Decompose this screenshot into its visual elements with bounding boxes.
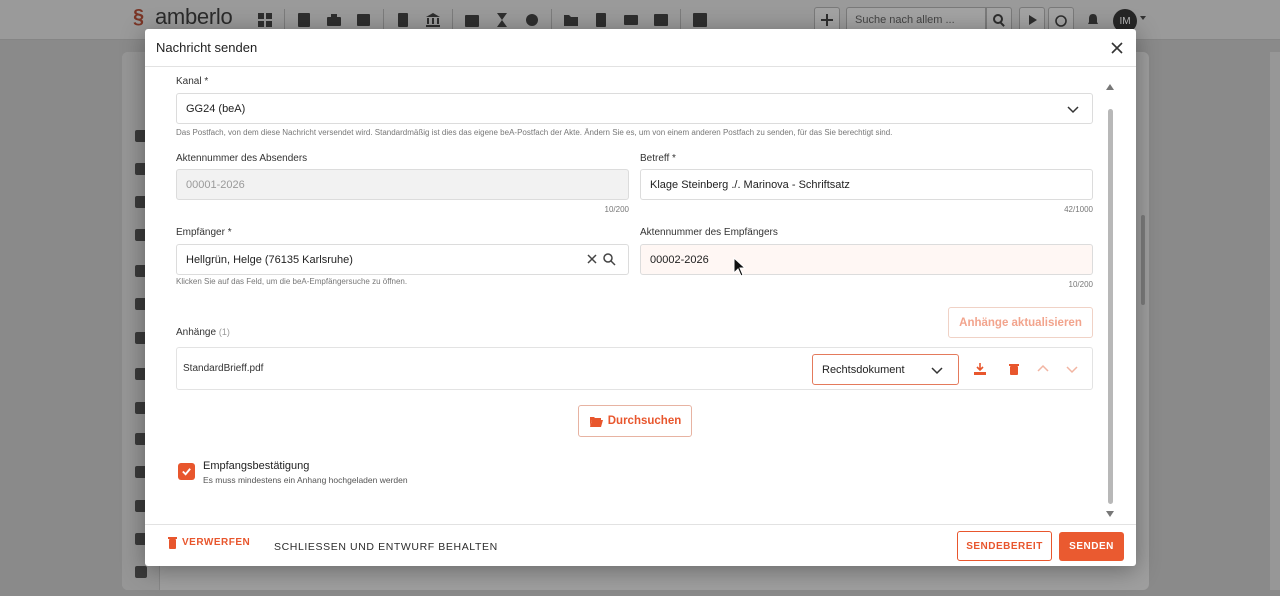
sender-ref-label: Aktennummer des Absenders xyxy=(176,153,308,164)
recipient-value: Hellgrün, Helge (76135 Karlsruhe) xyxy=(186,253,353,266)
discard-label: VERWERFEN xyxy=(182,537,251,548)
trash-icon[interactable] xyxy=(1005,360,1023,378)
recipient-ref-counter: 10/200 xyxy=(1068,280,1093,289)
scroll-up-icon[interactable] xyxy=(1105,78,1115,90)
kanal-label: Kanal * xyxy=(176,76,209,87)
receipt-label: Empfangsbestätigung xyxy=(203,460,310,472)
sender-ref-value: 00001-2026 xyxy=(186,178,245,191)
download-icon[interactable] xyxy=(971,360,989,378)
dialog-footer: VERWERFEN SCHLIESSEN UND ENTWURF BEHALTE… xyxy=(145,524,1136,566)
chevron-up-icon[interactable] xyxy=(1034,360,1052,378)
recipient-label: Empfänger * xyxy=(176,227,232,238)
mouse-cursor-icon xyxy=(733,257,747,277)
browse-button[interactable]: Durchsuchen xyxy=(578,405,692,437)
checkmark-icon xyxy=(182,468,191,476)
refresh-attachments-button[interactable]: Anhänge aktualisieren xyxy=(948,307,1093,338)
chevron-down-icon[interactable] xyxy=(1063,360,1081,378)
discard-button[interactable]: VERWERFEN xyxy=(167,536,250,549)
logo-mark-icon: § xyxy=(133,6,145,28)
kanal-value: GG24 (beA) xyxy=(186,102,246,115)
attachments-count: (1) xyxy=(218,327,230,337)
dialog-body: Kanal * GG24 (beA) Das Postfach, von dem… xyxy=(145,68,1136,523)
send-button[interactable]: SENDEN xyxy=(1059,532,1124,561)
logo-text: amberlo xyxy=(155,4,233,29)
receipt-sub: Es muss mindestens ein Anhang hochgelade… xyxy=(203,475,408,485)
send-message-dialog: Nachricht senden Kanal * GG24 (beA) Das … xyxy=(145,29,1136,566)
receipt-checkbox[interactable] xyxy=(178,463,195,480)
close-keep-draft-button[interactable]: SCHLIESSEN UND ENTWURF BEHALTEN xyxy=(274,541,498,553)
recipient-ref-input[interactable]: 00002-2026 xyxy=(640,244,1093,275)
folder-open-icon xyxy=(589,417,603,427)
dialog-title: Nachricht senden xyxy=(156,40,258,55)
avatar-caret-icon[interactable] xyxy=(1140,16,1146,20)
recipient-input[interactable]: Hellgrün, Helge (76135 Karlsruhe) xyxy=(176,244,629,275)
ready-to-send-button[interactable]: SENDEBEREIT xyxy=(957,531,1052,561)
trash-icon xyxy=(168,537,177,549)
dialog-header: Nachricht senden xyxy=(145,29,1136,67)
close-icon[interactable] xyxy=(1108,39,1126,57)
kanal-hint: Das Postfach, von dem diese Nachricht ve… xyxy=(176,128,893,137)
search-icon[interactable] xyxy=(602,252,616,266)
clear-icon[interactable] xyxy=(586,253,598,265)
attachment-name: StandardBrieff.pdf xyxy=(183,363,264,374)
scroll-down-icon[interactable] xyxy=(1105,505,1115,517)
recipient-ref-value: 00002-2026 xyxy=(650,253,709,266)
attachment-type-select[interactable]: Rechtsdokument xyxy=(812,354,959,385)
subject-counter: 42/1000 xyxy=(1064,205,1093,214)
dialog-scrollbar[interactable] xyxy=(1108,109,1113,504)
background-scrollbar xyxy=(1141,215,1145,305)
subject-value: Klage Steinberg ./. Marinova - Schriftsa… xyxy=(650,178,850,191)
amberlo-logo[interactable]: § amberlo xyxy=(133,4,233,29)
background-right-strip xyxy=(1270,52,1280,590)
kanal-select[interactable]: GG24 (beA) xyxy=(176,93,1093,124)
attachments-label: Anhänge (1) xyxy=(176,327,230,338)
attachment-row: StandardBrieff.pdf Rechtsdokument xyxy=(176,347,1093,390)
sender-ref-counter: 10/200 xyxy=(604,205,629,214)
recipient-hint: Klicken Sie auf das Feld, um die beA-Emp… xyxy=(176,277,408,286)
browse-label: Durchsuchen xyxy=(607,415,682,427)
subject-input[interactable]: Klage Steinberg ./. Marinova - Schriftsa… xyxy=(640,169,1093,200)
sidebar-icon xyxy=(135,566,147,578)
sender-ref-input: 00001-2026 xyxy=(176,169,629,200)
recipient-ref-label: Aktennummer des Empfängers xyxy=(640,227,778,238)
subject-label: Betreff * xyxy=(640,153,676,164)
chevron-down-icon xyxy=(1066,102,1080,116)
attachment-type-value: Rechtsdokument xyxy=(822,363,905,376)
chevron-down-icon xyxy=(930,363,944,377)
